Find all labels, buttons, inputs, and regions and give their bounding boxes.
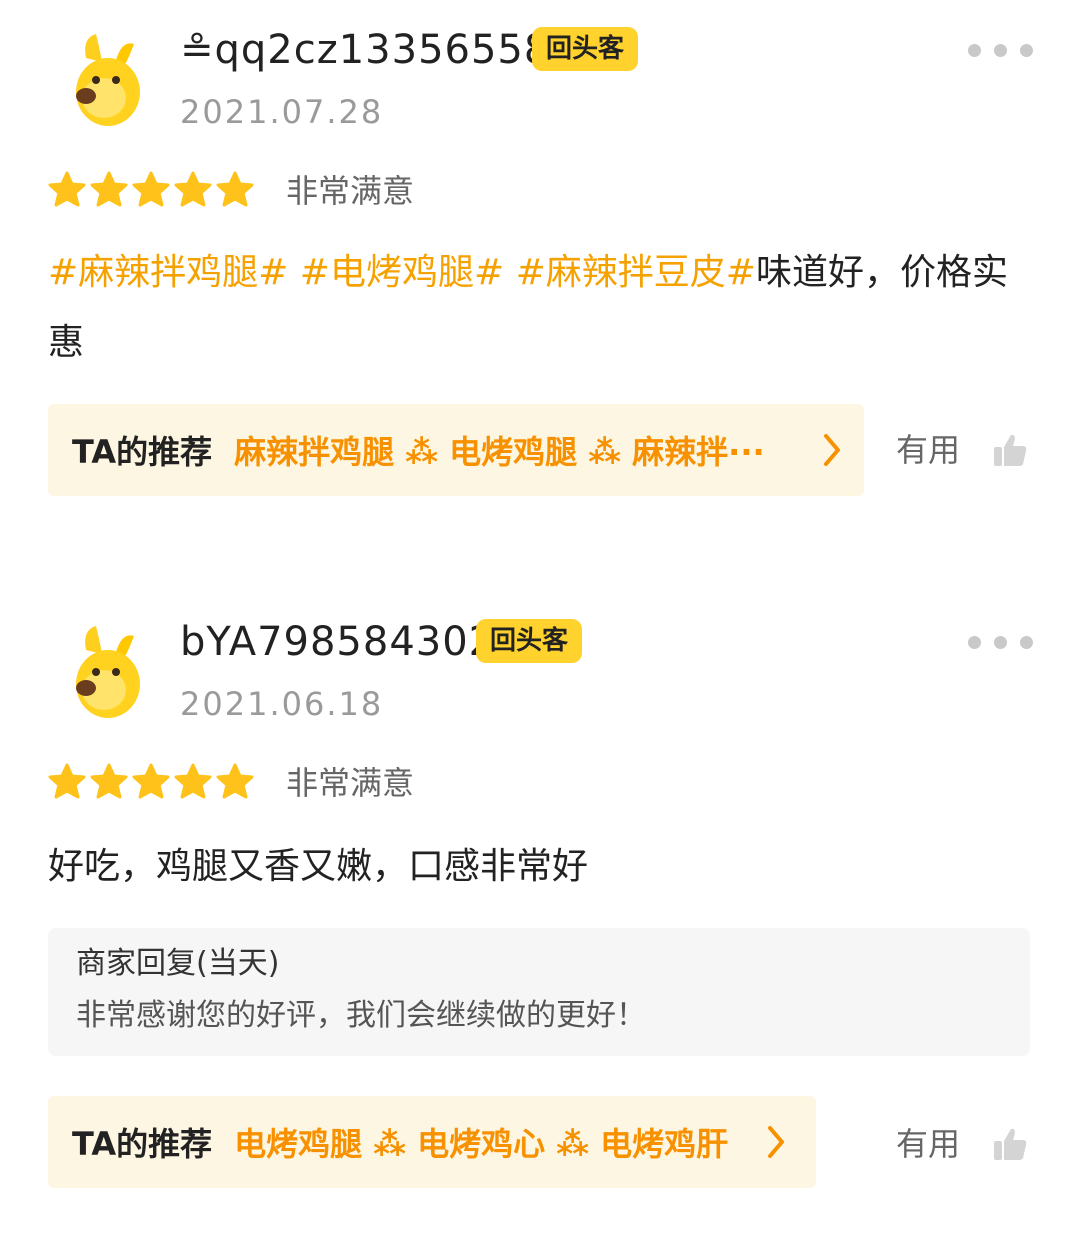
recommendation-bar[interactable]: TA的推荐 麻辣拌鸡腿 ⁂ 电烤鸡腿 ⁂ 麻辣拌··· — [48, 404, 864, 496]
star-icon — [216, 763, 254, 799]
avatar[interactable] — [56, 30, 156, 130]
rating-text: 非常满意 — [286, 172, 415, 210]
more-options-button[interactable] — [968, 632, 1038, 652]
recommend-label: TA的推荐 — [72, 433, 213, 471]
chevron-right-icon — [768, 1126, 784, 1158]
helpful-label[interactable]: 有用 — [896, 1124, 960, 1164]
thumbs-up-icon[interactable] — [992, 1126, 1028, 1162]
rating-text: 非常满意 — [286, 764, 415, 802]
review-content: #麻辣拌鸡腿# #电烤鸡腿# #麻辣拌豆皮#味道好，价格实惠 — [48, 238, 1008, 378]
more-options-button[interactable] — [968, 40, 1038, 60]
username: bYA798584302 — [180, 619, 496, 665]
star-icon — [174, 171, 212, 207]
recommend-items: 电烤鸡腿 ⁂ 电烤鸡心 ⁂ 电烤鸡肝 — [234, 1125, 729, 1163]
star-rating — [48, 171, 254, 209]
star-icon — [216, 171, 254, 207]
recommend-label: TA的推荐 — [72, 1125, 213, 1163]
returning-customer-badge: 回头客 — [532, 27, 639, 71]
more-dots-icon — [968, 635, 981, 649]
star-rating — [48, 763, 254, 801]
review-card: bYA798584302 回头客 2021.06.18 非常满意 好吃，鸡腿又香… — [0, 592, 1080, 1234]
thumbs-up-icon[interactable] — [992, 432, 1028, 468]
more-dots-icon — [968, 43, 981, 57]
review-date: 2021.07.28 — [180, 93, 384, 131]
review-tag[interactable]: #麻辣拌豆皮# — [516, 252, 756, 293]
avatar[interactable] — [56, 622, 156, 722]
recommend-items: 麻辣拌鸡腿 ⁂ 电烤鸡腿 ⁂ 麻辣拌··· — [234, 433, 765, 471]
helpful-label[interactable]: 有用 — [896, 430, 960, 470]
review-tag[interactable]: #电烤鸡腿# — [300, 252, 504, 293]
review-content: 好吃，鸡腿又香又嫩，口感非常好 — [48, 832, 1008, 902]
reply-text: 非常感谢您的好评，我们会继续做的更好！ — [76, 998, 646, 1033]
dog-avatar-icon — [56, 622, 156, 722]
recommendation-bar[interactable]: TA的推荐 电烤鸡腿 ⁂ 电烤鸡心 ⁂ 电烤鸡肝 — [48, 1096, 816, 1188]
review-tag[interactable]: #麻辣拌鸡腿# — [48, 252, 288, 293]
merchant-reply: 商家回复(当天) 非常感谢您的好评，我们会继续做的更好！ — [48, 928, 1030, 1056]
star-icon — [90, 171, 128, 207]
star-icon — [48, 171, 86, 207]
chevron-right-icon — [824, 434, 840, 466]
returning-customer-badge: 回头客 — [476, 619, 583, 663]
star-icon — [174, 763, 212, 799]
review-text: 好吃，鸡腿又香又嫩，口感非常好 — [48, 846, 589, 887]
star-icon — [48, 763, 86, 799]
reply-title: 商家回复(当天) — [76, 946, 280, 981]
review-date: 2021.06.18 — [180, 685, 384, 723]
star-icon — [132, 171, 170, 207]
dog-avatar-icon — [56, 30, 156, 130]
star-icon — [132, 763, 170, 799]
star-icon — [90, 763, 128, 799]
review-card: ≗qq2cz1335655879 回头客 2021.07.28 非常满意 #麻辣… — [0, 0, 1080, 560]
